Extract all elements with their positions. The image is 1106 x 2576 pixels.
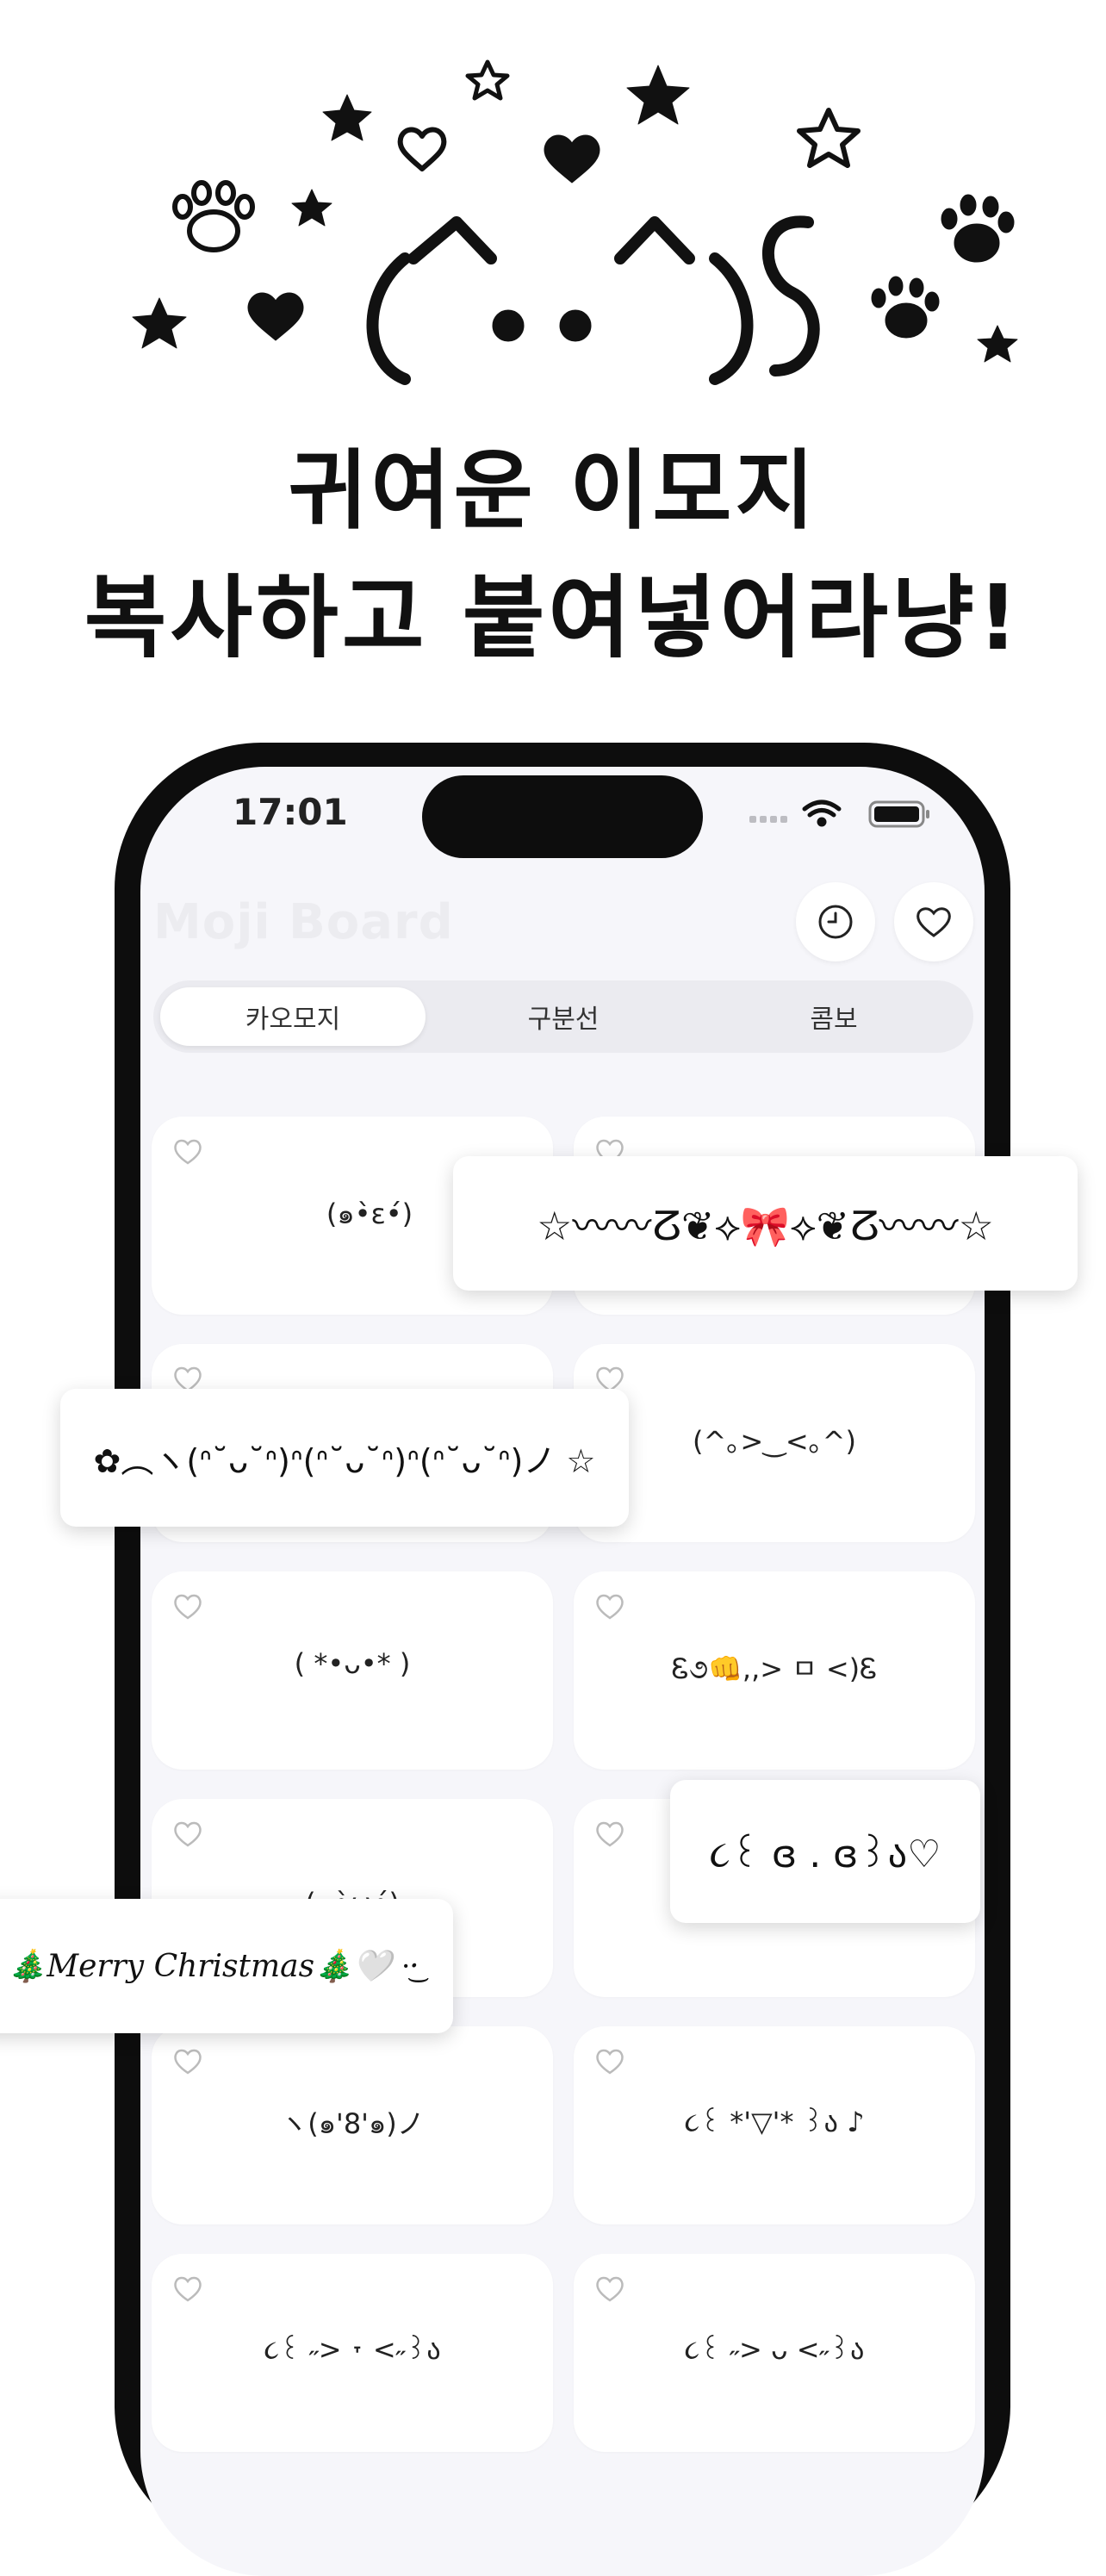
battery-icon [868,800,929,828]
kaomoji-text: ૮꒰ ˶> ˕ <˶꒱ა [264,2333,441,2366]
tab-kaomoji[interactable]: 카오모지 [160,987,426,1046]
status-time: 17:01 [233,791,348,833]
favorite-heart-icon[interactable] [172,1137,203,1167]
kaomoji-card[interactable]: ヽ(๑'8'๑)ノ [152,2026,553,2224]
kaomoji-face-art [366,215,820,385]
kaomoji-card[interactable]: ૮꒰ ˶> ˕ <˶꒱ა [152,2254,553,2452]
kaomoji-card[interactable]: Ꮛ૭👊,,> ㅁ <)Ꮛ [574,1571,975,1770]
headline-line-1: 귀여운 이모지 [288,440,818,541]
hero-illustration [0,0,1106,414]
divider-preview-popup: ☆〰〰ⵒ❦⟡🎀⟡❦ⵒ〰〰☆ [453,1156,1078,1291]
cute-kaomoji-preview-popup: ૮꒰ ɞ . ɞ꒱ა♡ [670,1780,980,1923]
paw-icon [871,276,940,339]
history-button[interactable] [796,882,875,961]
favorite-heart-icon[interactable] [594,2274,625,2304]
kaomoji-line-preview-popup: ✿︵ヽ(ᐢ˘ᴗ˘ᐢ)ᐢ(ᐢ˘ᴗ˘ᐢ)ᐢ(ᐢ˘ᴗ˘ᐢ)ノ ☆ [60,1389,629,1527]
heart-icon [916,907,951,937]
category-tabs: 카오모지 구분선 콤보 [153,980,973,1053]
star-icon [291,189,332,227]
kaomoji-text: ( *•ᴗ•* ) [294,1647,411,1680]
kaomoji-eye [559,309,592,342]
kaomoji-eye [492,309,525,342]
favorite-heart-icon[interactable] [594,2047,625,2076]
tab-divider[interactable]: 구분선 [431,987,696,1046]
heart-icon [247,292,304,341]
favorite-heart-icon[interactable] [172,2047,203,2076]
kaomoji-card[interactable]: ૮꒰ ˶> ᴗ <˶꒱ა [574,2254,975,2452]
favorites-button[interactable] [894,882,973,961]
star-icon [465,59,510,101]
signal-icon [749,816,787,823]
star-icon [132,297,187,349]
kaomoji-card[interactable]: ૮꒰ *'▽'* ꒱ა ♪ [574,2026,975,2224]
star-icon [626,65,690,125]
kaomoji-text: ヽ(๑'8'๑)ノ [280,2107,425,2140]
kaomoji-card[interactable]: (^｡>‿<｡^) [574,1344,975,1542]
hero-doodle-art [132,59,1018,385]
kaomoji-text: Ꮛ૭👊,,> ㅁ <)Ꮛ [671,1652,878,1685]
status-icons [749,800,929,828]
favorite-heart-icon[interactable] [172,2274,203,2304]
star-icon [797,108,861,168]
favorite-heart-icon[interactable] [594,1820,625,1849]
clock-icon [818,905,853,939]
dynamic-island [422,775,703,858]
paw-icon [941,194,1015,263]
paw-icon [172,180,255,252]
heart-icon [397,127,447,171]
app-title: Moji Board [153,894,454,950]
star-icon [322,94,372,141]
favorite-heart-icon[interactable] [594,1592,625,1621]
tab-combo[interactable]: 콤보 [701,987,966,1046]
favorite-heart-icon[interactable] [172,1592,203,1621]
heart-icon [544,134,600,184]
kaomoji-text: (^｡>‿<｡^) [693,1425,856,1458]
christmas-combo-preview-popup: 🎄Merry Christmas🎄🤍 ·͜· [0,1899,453,2033]
headline-line-2: 복사하고 붙여넣어라냥! [84,565,1022,670]
favorite-heart-icon[interactable] [172,1820,203,1849]
star-icon [977,325,1018,363]
kaomoji-text: ૮꒰ *'▽'* ꒱ა ♪ [684,2106,865,2138]
kaomoji-text: ૮꒰ ˶> ᴗ <˶꒱ა [684,2333,865,2366]
wifi-icon [802,800,842,827]
kaomoji-card[interactable]: ( *•ᴗ•* ) [152,1571,553,1770]
